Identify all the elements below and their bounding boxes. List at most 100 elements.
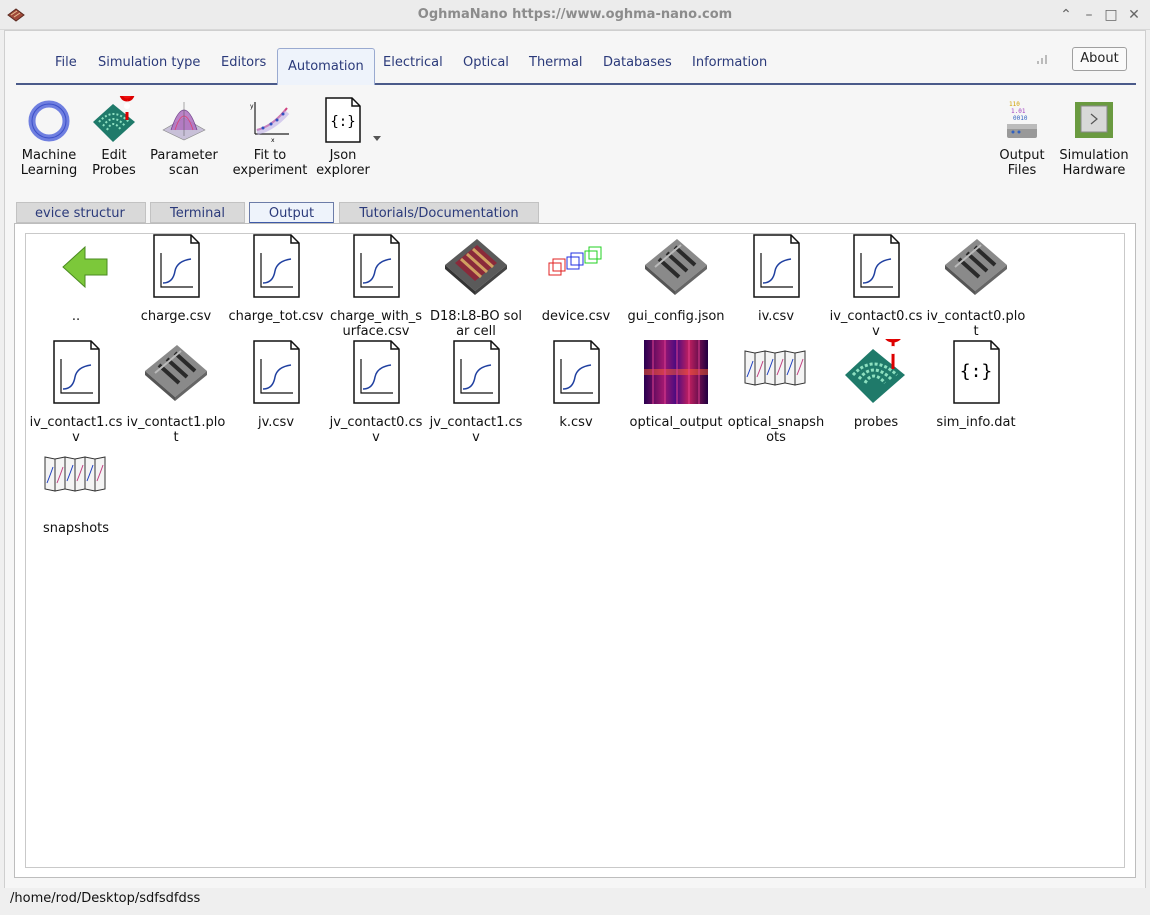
csv-plot-icon [53,340,100,404]
file-label: k.csv [559,415,593,430]
cubes-icon [548,246,602,276]
file-item[interactable]: iv_contact0.plot [926,233,1026,339]
file-label: optical_snapshots [727,415,825,445]
tool-label-line1: Output [999,148,1045,163]
tab-optical[interactable]: Optical [453,48,519,83]
file-item[interactable]: device.csv [526,233,626,324]
signal-icon [1037,55,1047,64]
file-label: charge.csv [140,309,212,324]
solar-cell-icon [445,239,507,295]
file-item-parent[interactable]: .. [26,233,126,324]
back-arrow-icon [62,245,108,289]
file-label: iv_contact0.csv [829,309,923,339]
chevron-down-icon[interactable] [373,136,381,142]
svg-text:1.01: 1.01 [1011,108,1026,115]
maximize-icon[interactable]: □ [1103,7,1119,23]
file-label: jv_contact0.csv [329,415,423,445]
tab-simulation-type[interactable]: Simulation type [88,48,210,83]
probe-map-icon [93,96,135,142]
json-file-icon: {:} [325,97,361,143]
file-item[interactable]: jv.csv [226,339,326,430]
file-item[interactable]: {:} sim_info.dat [926,339,1026,430]
output-files-icon: 110 1.01 0010 [1007,101,1037,138]
file-label: iv_contact1.plot [126,415,226,445]
csv-plot-icon [753,234,800,298]
file-item[interactable]: iv_contact1.csv [26,339,126,445]
tool-label-line1: Simulation [1059,148,1129,163]
file-label: iv_contact0.plot [926,309,1026,339]
tool-label-line1: Json [329,148,357,163]
close-icon[interactable]: ✕ [1126,7,1142,23]
tab-thermal[interactable]: Thermal [519,48,593,83]
hardware-chip-icon [1075,102,1113,138]
file-item[interactable]: iv.csv [726,233,826,324]
edit-probes-button[interactable]: Edit Probes [86,96,142,178]
file-item[interactable]: charge_tot.csv [226,233,326,324]
tool-label-line2: explorer [316,163,370,178]
minimize-icon[interactable]: – [1081,7,1097,23]
file-label: .. [71,309,81,324]
chevron-up-icon[interactable]: ⌃ [1058,7,1074,23]
tool-label-line2: Learning [20,163,78,178]
tab-automation[interactable]: Automation [277,48,375,85]
fit-plot-icon: y x [250,102,290,144]
parameter-scan-button[interactable]: Parameter scan [146,96,222,178]
json-explorer-button[interactable]: {:} Json explorer [314,96,372,178]
window-title: OghmaNano https://www.oghma-nano.com [417,7,733,22]
csv-plot-icon [153,234,200,298]
csv-plot-icon [253,234,300,298]
file-label: gui_config.json [627,309,725,324]
machine-learning-button[interactable]: Machine Learning [18,96,80,178]
file-item[interactable]: D18:L8-BO solar cell [426,233,526,339]
device-grey-icon [145,345,207,401]
csv-plot-icon [353,234,400,298]
tab-databases[interactable]: Databases [593,48,682,83]
about-button[interactable]: About [1072,47,1127,71]
tab-tutorials-documentation[interactable]: Tutorials/Documentation [339,202,539,223]
tab-information[interactable]: Information [682,48,777,83]
file-item[interactable]: k.csv [526,339,626,430]
ring-icon [28,100,70,142]
file-item[interactable]: probes [826,339,926,430]
csv-plot-icon [253,340,300,404]
json-file-icon: {:} [953,340,1000,404]
file-label: iv.csv [757,309,795,324]
svg-text:{:}: {:} [330,114,355,130]
snapshots-icon [44,456,106,492]
tab-terminal[interactable]: Terminal [150,202,245,223]
status-path: /home/rod/Desktop/sdfsdfdss [10,891,201,906]
fit-to-experiment-button[interactable]: y x Fit to experiment [230,96,310,178]
csv-plot-icon [553,340,600,404]
file-item[interactable]: optical_snapshots [726,339,826,445]
tool-label-line2: Files [1007,163,1037,178]
file-item[interactable]: iv_contact1.plot [126,339,226,445]
probe-map-icon [845,339,905,403]
tool-label-line2: Probes [92,163,136,178]
status-bar: /home/rod/Desktop/sdfsdfdss [0,888,1150,915]
tab-file[interactable]: File [45,48,87,83]
svg-text:{:}: {:} [960,361,993,382]
device-grey-icon [945,239,1007,295]
file-item[interactable]: jv_contact1.csv [426,339,526,445]
tool-label-line1: Edit [101,148,127,163]
output-files-button[interactable]: 110 1.01 0010 Output Files [994,96,1050,178]
file-item[interactable]: charge.csv [126,233,226,324]
file-item[interactable]: charge_with_surface.csv [326,233,426,339]
tab-editors[interactable]: Editors [211,48,276,83]
file-item[interactable]: gui_config.json [626,233,726,324]
tool-label-line1: Parameter [150,148,218,163]
tool-label-line1: Fit to [253,148,287,163]
file-item[interactable]: jv_contact0.csv [326,339,426,445]
tool-label-line2: scan [168,163,200,178]
simulation-hardware-button[interactable]: Simulation Hardware [1056,96,1132,178]
tab-electrical[interactable]: Electrical [373,48,453,83]
svg-text:y: y [250,103,254,110]
file-item[interactable]: iv_contact0.csv [826,233,926,339]
file-label: snapshots [42,521,110,536]
file-item[interactable]: snapshots [26,445,126,536]
svg-text:110: 110 [1009,101,1020,108]
tab-device-structure[interactable]: evice structur [16,202,146,223]
file-item[interactable]: optical_output [626,339,726,430]
tab-output[interactable]: Output [249,202,334,224]
file-label: charge_tot.csv [228,309,324,324]
